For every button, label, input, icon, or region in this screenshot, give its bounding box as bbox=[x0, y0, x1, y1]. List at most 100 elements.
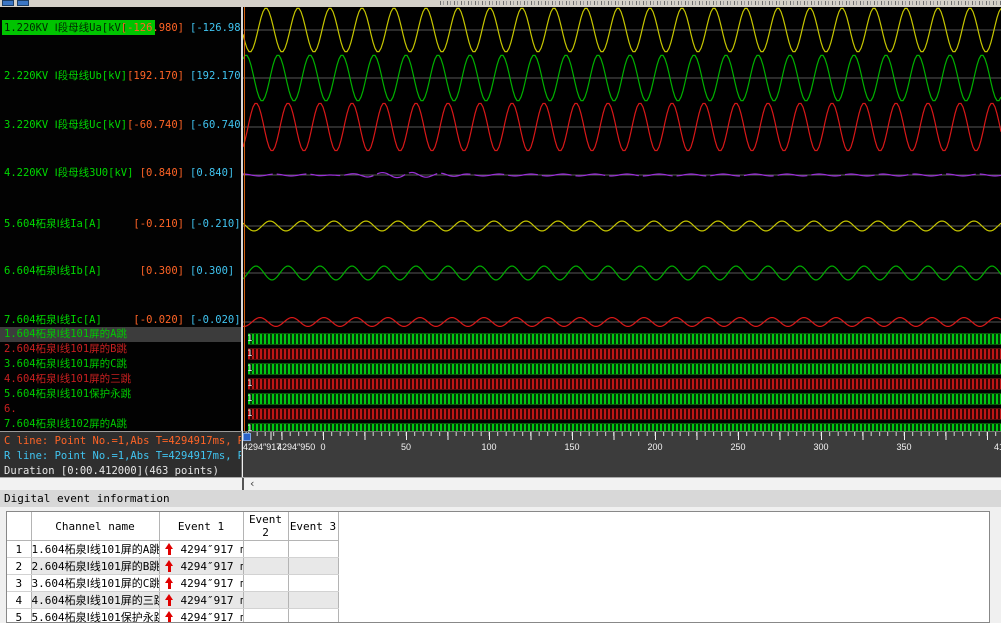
row-number: 2 bbox=[7, 558, 31, 575]
analog-channel-label: 5.604柘泉Ⅰ线Ia[A] bbox=[4, 217, 102, 232]
scrollbar-separator bbox=[242, 478, 244, 490]
channel-name-cell: 3.604柘泉Ⅰ线101屏的C跳 bbox=[31, 575, 159, 592]
digital-trace-area[interactable]: 1111111 bbox=[243, 327, 1001, 431]
major-ticks bbox=[243, 432, 1001, 440]
axis-tick-label: 410 bbox=[994, 442, 1001, 452]
event-table-row[interactable]: 55.604柘泉Ⅰ线101保护永跳4294″917 ms bbox=[7, 609, 989, 623]
analog-channel-row[interactable]: 3.220KV Ⅰ段母线Uc[kV][-60.740][-60.740] bbox=[0, 118, 241, 133]
event2-cell bbox=[243, 558, 288, 575]
event2-cell bbox=[243, 609, 288, 623]
axis-tick-label: 50 bbox=[401, 442, 411, 452]
signal-value: 1 bbox=[247, 423, 252, 431]
analog-waveforms bbox=[243, 7, 1001, 327]
event2-cell bbox=[243, 575, 288, 592]
table-filler bbox=[338, 592, 989, 609]
event1-time: 4294″917 ms bbox=[181, 560, 244, 573]
axis-tick-label: 300 bbox=[813, 442, 828, 452]
analog-channel-row[interactable]: 7.604柘泉Ⅰ线Ic[A][-0.020][-0.020] bbox=[0, 313, 241, 328]
fault-recorder-window: 1.220KV Ⅰ段母线Ua[kV][-126.980][-126.980] 2.… bbox=[0, 0, 1001, 605]
digital-channel-row[interactable]: 3.604柘泉Ⅰ线101屏的C跳 bbox=[0, 357, 241, 372]
cursor-value-c: [-60.740] bbox=[118, 118, 184, 133]
toolbar-button-icon[interactable] bbox=[17, 0, 29, 6]
digital-channel-row[interactable]: 5.604柘泉Ⅰ线101保护永跳 bbox=[0, 387, 241, 402]
digital-channel-row[interactable]: 1.604柘泉Ⅰ线101屏的A跳 bbox=[0, 327, 241, 342]
axis-tick-label: 150 bbox=[564, 442, 579, 452]
analog-channel-row[interactable]: 1.220KV Ⅰ段母线Ua[kV][-126.980][-126.980] bbox=[0, 21, 241, 36]
digital-channel-row[interactable]: 2.604柘泉Ⅰ线101屏的B跳 bbox=[0, 342, 241, 357]
event1-time: 4294″917 ms bbox=[181, 543, 244, 556]
column-header: Channel name bbox=[31, 512, 159, 541]
axis-tick-label: 200 bbox=[647, 442, 662, 452]
event3-cell bbox=[288, 592, 338, 609]
cursor-line[interactable] bbox=[244, 7, 245, 431]
cursor-value-c: [192.170] bbox=[118, 69, 184, 84]
digital-signal-bar: 1 bbox=[246, 423, 1001, 431]
analog-channel-row[interactable]: 4.220KV Ⅰ段母线3U0[kV][0.840][0.840] bbox=[0, 166, 241, 181]
event-table-row[interactable]: 44.604柘泉Ⅰ线101屏的三跳4294″917 ms bbox=[7, 592, 989, 609]
analog-waveform-area[interactable] bbox=[243, 7, 1001, 327]
scroll-left-icon[interactable]: ‹ bbox=[249, 478, 256, 490]
digital-signal-bar: 1 bbox=[246, 408, 1001, 420]
table-filler bbox=[338, 541, 989, 558]
row-number: 4 bbox=[7, 592, 31, 609]
signal-bar-hatch bbox=[248, 423, 1001, 431]
channel-list-panel: 1.220KV Ⅰ段母线Ua[kV][-126.980][-126.980] 2.… bbox=[0, 7, 241, 431]
digital-channel-label: 7.604柘泉Ⅰ线102屏的A跳 bbox=[4, 417, 127, 431]
signal-bar-hatch bbox=[248, 333, 1001, 345]
rising-edge-icon bbox=[165, 611, 174, 623]
digital-event-table: Channel nameEvent 1Event 2Event 3 11.604… bbox=[7, 512, 989, 623]
toolbar-button-icon[interactable] bbox=[2, 0, 14, 6]
table-filler bbox=[338, 512, 989, 541]
event-info-title: Digital event information bbox=[4, 492, 170, 505]
analog-channel-row[interactable]: 5.604柘泉Ⅰ线Ia[A][-0.210][-0.210] bbox=[0, 217, 241, 232]
digital-channel-row[interactable]: 6. bbox=[0, 402, 241, 417]
row-number-header bbox=[7, 512, 31, 541]
event-table-row[interactable]: 33.604柘泉Ⅰ线101屏的C跳4294″917 ms bbox=[7, 575, 989, 592]
event3-cell bbox=[288, 558, 338, 575]
digital-channel-row[interactable]: 4.604柘泉Ⅰ线101屏的三跳 bbox=[0, 372, 241, 387]
axis-tick-label: 250 bbox=[730, 442, 745, 452]
signal-bar-hatch bbox=[248, 348, 1001, 360]
rising-edge-icon bbox=[165, 577, 174, 589]
analog-channel-label: 1.220KV Ⅰ段母线Ua[kV] bbox=[4, 21, 127, 36]
channel-name-cell: 5.604柘泉Ⅰ线101保护永跳 bbox=[31, 609, 159, 623]
digital-channel-label: 2.604柘泉Ⅰ线101屏的B跳 bbox=[4, 342, 127, 357]
event-table-row[interactable]: 22.604柘泉Ⅰ线101屏的B跳 4294″917 ms bbox=[7, 558, 989, 575]
signal-bar-hatch bbox=[248, 378, 1001, 390]
event-table-row[interactable]: 11.604柘泉Ⅰ线101屏的A跳4294″917 ms bbox=[7, 541, 989, 558]
analog-channel-label: 2.220KV Ⅰ段母线Ub[kV] bbox=[4, 69, 127, 84]
signal-value: 1 bbox=[247, 348, 252, 360]
column-header: Event 3 bbox=[288, 512, 338, 541]
axis-tick-label: 350 bbox=[896, 442, 911, 452]
event1-cell: 4294″917 ms bbox=[159, 558, 243, 575]
rising-edge-icon bbox=[165, 543, 174, 555]
event1-cell: 4294″917 ms bbox=[159, 592, 243, 609]
signal-value: 1 bbox=[247, 378, 252, 390]
toolbar-strip bbox=[0, 0, 1001, 7]
cursor-status-panel: C line: Point No.=1,Abs T=4294917ms, Rel… bbox=[0, 431, 242, 477]
cursor-value-r: [0.840] bbox=[190, 166, 241, 181]
analog-channel-row[interactable]: 2.220KV Ⅰ段母线Ub[kV][192.170][192.170] bbox=[0, 69, 241, 84]
cursor-value-c: [-0.210] bbox=[118, 217, 184, 232]
signal-bar-hatch bbox=[248, 393, 1001, 405]
cursor-marker-icon[interactable] bbox=[243, 433, 251, 441]
event2-cell bbox=[243, 541, 288, 558]
signal-value: 1 bbox=[247, 333, 252, 345]
cursor-value-r: [-60.740] bbox=[190, 118, 241, 133]
digital-channel-row[interactable]: 7.604柘泉Ⅰ线102屏的A跳 bbox=[0, 417, 241, 431]
time-axis[interactable]: 4294″9174294″950050100150200250300350410 bbox=[243, 431, 1001, 477]
analog-channel-row[interactable]: 6.604柘泉Ⅰ线Ib[A][0.300][0.300] bbox=[0, 264, 241, 279]
channel-name-cell: 1.604柘泉Ⅰ线101屏的A跳 bbox=[31, 541, 159, 558]
horizontal-scrollbar[interactable]: ‹ bbox=[0, 477, 1001, 490]
event-info-bar: Digital event information bbox=[0, 490, 1001, 507]
column-header: Event 2 bbox=[243, 512, 288, 541]
table-filler bbox=[338, 558, 989, 575]
signal-bar-hatch bbox=[248, 408, 1001, 420]
cursor-value-c: [-0.020] bbox=[118, 313, 184, 328]
cursor-value-r: [192.170] bbox=[190, 69, 241, 84]
event1-cell: 4294″917 ms bbox=[159, 575, 243, 592]
channel-name-cell: 4.604柘泉Ⅰ线101屏的三跳 bbox=[31, 592, 159, 609]
axis-tick-label: 4294″917 bbox=[243, 442, 281, 452]
channel-name-cell: 2.604柘泉Ⅰ线101屏的B跳 bbox=[31, 558, 159, 575]
signal-value: 1 bbox=[247, 393, 252, 405]
